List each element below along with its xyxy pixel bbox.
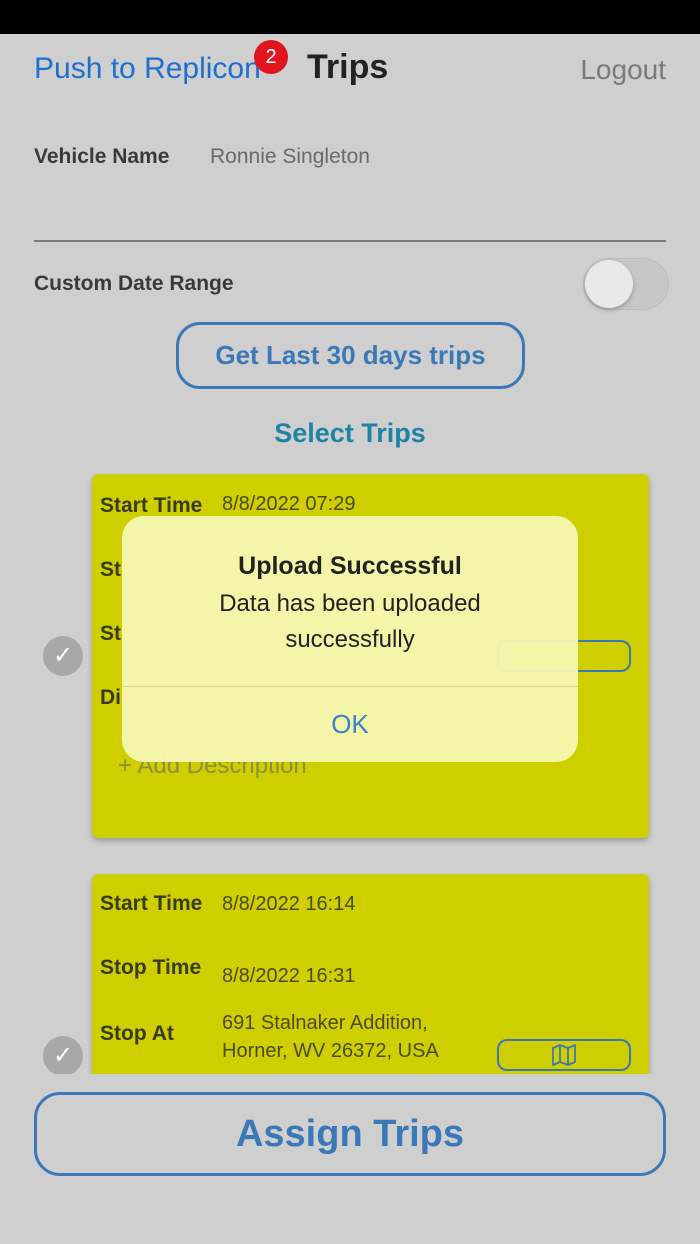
upload-success-dialog: Upload Successful Data has been uploaded… (122, 516, 578, 762)
dialog-ok-button[interactable]: OK (122, 687, 578, 762)
dialog-title: Upload Successful (238, 552, 462, 580)
dialog-message: Data has been uploaded successfully (219, 590, 481, 653)
